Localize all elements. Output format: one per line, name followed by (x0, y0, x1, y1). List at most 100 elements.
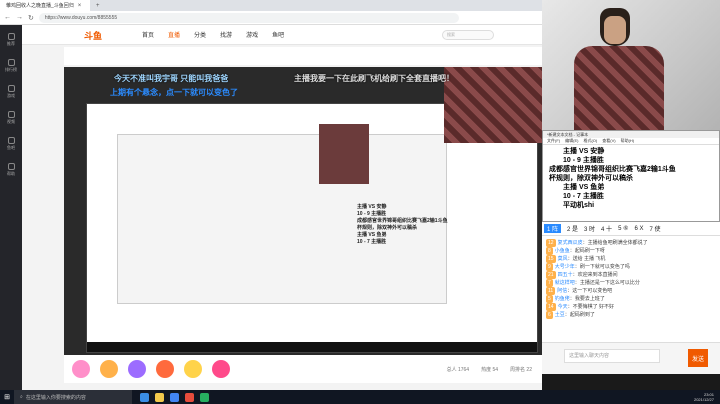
chrome-icon[interactable] (170, 392, 179, 402)
nav-games[interactable]: 游戏 (246, 30, 258, 39)
tab-title: 雏鸡回收人之晚直播_斗鱼回归 (6, 3, 74, 9)
nav-category[interactable]: 分类 (194, 30, 206, 39)
windows-start-icon[interactable]: ⊞ (0, 390, 14, 404)
note-line: 主播 VS 安静 (357, 204, 387, 210)
search-input[interactable]: 搜索 (442, 30, 494, 40)
menu-file[interactable]: 文件(F) (547, 138, 560, 144)
chat-text: 欢迎来到本直播间 (577, 272, 618, 278)
site-logo[interactable]: 斗鱼 (84, 29, 102, 42)
chat-user[interactable]: 土豆 (555, 312, 565, 318)
gift-icon[interactable] (128, 360, 146, 378)
nested-webcam (319, 124, 369, 184)
sidebar-item-label: 帮助 (7, 171, 15, 176)
note-line: 10 - 9 主播胜 (357, 211, 387, 217)
chat-message: 14 今天：不要悔棋了 好不好 (546, 303, 614, 311)
back-icon[interactable]: ← (4, 14, 11, 21)
menu-view[interactable]: 查看(V) (602, 138, 615, 144)
chat-text: 送给 主播 飞机 (572, 256, 606, 262)
sidebar-item-label: 视频 (7, 119, 15, 124)
forward-icon[interactable]: → (16, 14, 23, 21)
chat-text: 我要去上班了 (574, 296, 605, 302)
gift-icon[interactable] (212, 360, 230, 378)
menu-edit[interactable]: 编辑(E) (565, 138, 578, 144)
gift-icon[interactable] (72, 360, 90, 378)
chat-list[interactable]: 12 复式西瓜皮：主播给鱼吧刷满全体都说了 8 小鱼鱼：起码刷一下呀 15 莫风：送给… (542, 236, 720, 342)
danmaku-1: 今天不准叫我宇哥 只能叫我爸爸 (114, 74, 229, 83)
stat-heat: 热度 54 (481, 366, 499, 373)
nav-find[interactable]: 找游 (220, 30, 232, 39)
sidebar-item-video[interactable]: 视频 (7, 111, 15, 125)
chat-message: 8 小鱼鱼：起码刷一下呀 (546, 247, 605, 255)
close-icon[interactable]: × (78, 3, 82, 9)
app-icon[interactable] (185, 392, 194, 402)
candidate[interactable]: 5 ⑥ (618, 225, 628, 232)
gift-icon[interactable] (184, 360, 202, 378)
screen: 雏鸡回收人之晚直播_斗鱼回归 × + ← → ↻ https://www.dou… (0, 0, 720, 404)
chat-user[interactable]: 莫风 (558, 256, 568, 262)
clock-date: 2021/12/27 (693, 397, 714, 402)
video-icon (7, 111, 15, 118)
chat-user[interactable]: 就这样吧 (555, 280, 575, 286)
url-field[interactable]: https://www.douyu.com/8855555 (38, 12, 459, 23)
chat-user[interactable]: 钓鱼佬 (555, 296, 570, 302)
app-icon[interactable] (200, 392, 209, 402)
rank-icon (7, 59, 15, 66)
notepad-text[interactable]: 主播 VS 安静 10 - 9 主播胜 成都感官世界锦哥组织比赛飞嘉2输1斗鱼 … (543, 145, 719, 212)
candidate[interactable]: 3 时 (584, 224, 595, 233)
chat-text: 起码刷到了 (569, 312, 595, 318)
candidate[interactable]: 1 阵 (544, 224, 562, 233)
notepad-title: *新建文本文档 - 记事本 (543, 131, 719, 138)
sidebar-item-forum[interactable]: 鱼吧 (7, 137, 15, 151)
chat-user[interactable]: 今天 (558, 304, 568, 310)
windows-taskbar: ⊞ ⌕ 在这里输入你要搜索的内容 23:01 2021/12/27 (0, 390, 720, 404)
stream-video[interactable]: 主播 VS 安静 10 - 9 主播胜 成都感官世界锦哥组织比赛飞嘉2输1斗鱼 … (64, 67, 542, 355)
chat-message: 9 大号少年：刷一下就可以变色了吗 (546, 263, 630, 271)
danmaku-3: 上期有个悬念，点一下就可以变色了 (110, 88, 238, 97)
system-clock[interactable]: 23:01 2021/12/27 (694, 392, 720, 402)
stat-viewers: 总人 1764 (446, 366, 470, 373)
chat-user[interactable]: 复式西瓜皮 (558, 240, 583, 246)
chat-user[interactable]: 大号少年 (555, 264, 575, 270)
reload-icon[interactable]: ↻ (28, 14, 34, 22)
sidebar-item-help[interactable]: 帮助 (7, 163, 15, 177)
notepad-window: *新建文本文档 - 记事本 文件(F) 编辑(E) 格式(O) 查看(V) 帮助… (542, 130, 720, 222)
sidebar-item-recommend[interactable]: 推荐 (7, 33, 15, 47)
chat-user[interactable]: 四五十 (558, 272, 573, 278)
edge-icon[interactable] (140, 392, 149, 402)
chat-user[interactable]: 阿信 (557, 288, 567, 294)
sidebar-item-games[interactable]: 游戏 (7, 85, 15, 99)
candidate[interactable]: 2 是 (567, 224, 578, 233)
text-line: 10 - 7 主播胜 (563, 193, 604, 200)
text-line: 主播 VS 安静 (563, 148, 605, 155)
folder-icon[interactable] (155, 392, 164, 402)
douyu-page: 首页 直播 分类 找游 游戏 鱼吧 斗鱼 搜索 主播 VS 安静 10 - 9 … (22, 25, 542, 390)
stream-webcam (444, 67, 542, 143)
nav-live[interactable]: 直播 (168, 30, 180, 39)
nested-taskbar (87, 342, 537, 352)
gift-icon[interactable] (156, 360, 174, 378)
text-line: 杯规则，除双神外可以稿杀 (549, 175, 633, 182)
send-button[interactable]: 发送 (688, 349, 708, 367)
candidate[interactable]: 6 X (634, 226, 643, 232)
gift-icon[interactable] (100, 360, 118, 378)
taskbar-search[interactable]: ⌕ 在这里输入你要搜索的内容 (14, 390, 132, 404)
search-icon: ⌕ (20, 394, 23, 400)
chat-input[interactable]: 这里输入聊天内容 (564, 349, 660, 363)
text-line: 10 - 9 主播胜 (563, 157, 604, 164)
text-line: 平动机shi (563, 202, 595, 209)
menu-format[interactable]: 格式(O) (583, 138, 597, 144)
sidebar-item-label: 排行榜 (5, 67, 17, 72)
candidate[interactable]: 4 十 (601, 224, 612, 233)
sidebar-item-rank[interactable]: 排行榜 (5, 59, 17, 73)
new-tab-icon[interactable]: + (96, 3, 100, 9)
chat-user[interactable]: 小鱼鱼 (555, 248, 570, 254)
candidate[interactable]: 7 使 (649, 224, 660, 233)
note-line: 主播 VS 鱼弟 (357, 232, 387, 238)
home-icon (7, 33, 15, 40)
browser-tab[interactable]: 雏鸡回收人之晚直播_斗鱼回归 × (0, 0, 90, 11)
taskbar-apps (140, 392, 209, 402)
nav-forum[interactable]: 鱼吧 (272, 30, 284, 39)
chat-text: 主播还是一下这么可以比分 (579, 280, 640, 286)
menu-help[interactable]: 帮助(H) (621, 138, 635, 144)
nav-home[interactable]: 首页 (142, 30, 154, 39)
